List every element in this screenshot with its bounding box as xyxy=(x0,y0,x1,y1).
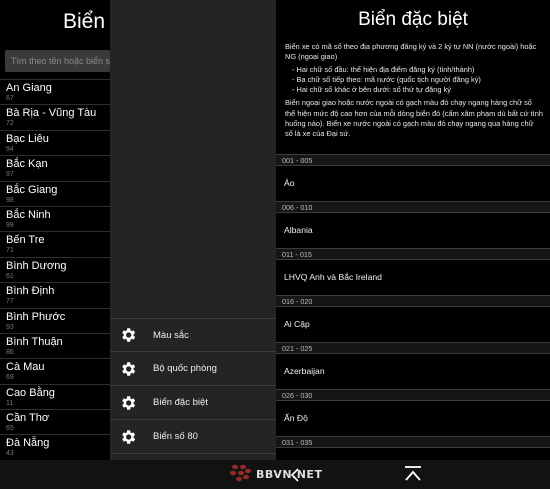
gear-icon xyxy=(122,429,136,444)
province-item[interactable]: Bình Định 77 xyxy=(0,282,110,307)
province-code: 11 xyxy=(6,399,14,407)
province-code: 61 xyxy=(6,272,14,280)
province-item[interactable]: Bến Tre 71 xyxy=(0,231,110,256)
bullet-list: - Hai chữ số đầu: thể hiện địa điểm đăng… xyxy=(285,65,543,96)
section-header: 011 - 015 xyxy=(276,248,550,260)
watermark: BBVN.NET xyxy=(228,463,322,485)
province-code: 97 xyxy=(6,171,14,179)
province-item[interactable]: An Giang 67 xyxy=(0,79,110,104)
province-code: 69 xyxy=(6,374,14,382)
province-name: Cần Thơ xyxy=(6,412,50,425)
menu-item-label: Bộ quốc phòng xyxy=(153,363,217,374)
province-item[interactable]: Đà Nẵng 43 xyxy=(0,434,110,459)
province-code: 71 xyxy=(6,247,14,255)
province-name: Cà Mau xyxy=(6,361,45,374)
gear-icon xyxy=(122,395,136,410)
blackberry-logo-icon xyxy=(230,464,251,482)
province-name: Bắc Kạn xyxy=(6,158,48,171)
province-item[interactable]: Bắc Kạn 97 xyxy=(0,155,110,180)
menu-item-label: Biển đặc biệt xyxy=(153,397,208,408)
intro-text: Biển xe có mã số theo địa phương đăng ký… xyxy=(276,42,550,140)
province-name: Đà Nẵng xyxy=(6,437,50,450)
province-code: 93 xyxy=(6,323,14,331)
country-item[interactable]: Áo xyxy=(276,166,550,201)
province-code: 67 xyxy=(6,95,14,102)
province-code: 86 xyxy=(6,348,14,356)
province-item[interactable]: Bà Rịa - Vũng Tàu 72 xyxy=(0,104,110,129)
intro-paragraph: Biển xe có mã số theo địa phương đăng ký… xyxy=(285,42,537,62)
country-item[interactable]: LHVQ Anh và Bắc Ireland xyxy=(276,260,550,295)
province-name: Bắc Giang xyxy=(6,183,58,196)
province-list: An Giang 67 Bà Rịa - Vũng Tàu 72 Bạc Liêu 94 B… xyxy=(0,79,110,460)
province-list-panel: Biển Tìm theo tên hoặc biển số An Giang 6… xyxy=(0,0,110,489)
province-code: 65 xyxy=(6,425,14,433)
country-item[interactable]: Ai Cập xyxy=(276,307,550,342)
province-code: 43 xyxy=(6,450,14,458)
section-header: 021 - 025 xyxy=(276,342,550,354)
province-name: Bạc Liêu xyxy=(6,132,49,145)
province-name: Bình Dương xyxy=(6,259,67,272)
gear-icon xyxy=(122,328,136,342)
province-name: Cao Bằng xyxy=(6,386,55,399)
menu-item[interactable]: Biển đặc biệt xyxy=(110,386,276,420)
menu-item-label: Biển số 80 xyxy=(153,431,198,442)
menu-drawer: Màu sắc Bộ quốc phòng Biển đặc biệt Biển số… xyxy=(110,0,276,489)
province-code: 98 xyxy=(6,196,14,204)
search-input[interactable]: Tìm theo tên hoặc biển số xyxy=(5,50,110,72)
province-name: An Giang xyxy=(6,82,52,94)
content-panel: Biển đặc biệt Biển xe có mã số theo địa … xyxy=(276,0,550,489)
bullet-item: - Hai chữ số khác ở bên dưới: số thứ tự … xyxy=(292,85,451,95)
section-header: 026 - 030 xyxy=(276,389,550,401)
menu-list: Màu sắc Bộ quốc phòng Biển đặc biệt Biển số… xyxy=(110,318,276,454)
province-name: Bến Tre xyxy=(6,234,45,247)
province-code: 99 xyxy=(6,221,14,229)
scroll-top-button[interactable] xyxy=(403,464,423,484)
back-chevron-icon xyxy=(290,468,299,482)
bottom-action-bar: BBVN.NET xyxy=(0,460,550,489)
province-name: Bình Thuận xyxy=(6,335,63,348)
gear-icon xyxy=(122,361,136,376)
province-code: 94 xyxy=(6,145,14,153)
province-item[interactable]: Cao Bằng 11 xyxy=(0,383,110,409)
province-code: 77 xyxy=(6,298,14,306)
section-header: 016 - 020 xyxy=(276,295,550,307)
intro-paragraph: Biển ngoại giao hoặc nước ngoài có gạch … xyxy=(285,98,543,139)
province-item[interactable]: Bạc Liêu 94 xyxy=(0,129,110,155)
country-item[interactable]: Azerbaijan xyxy=(276,354,550,389)
country-item[interactable]: Ấn Độ xyxy=(276,401,550,436)
menu-item-label: Màu sắc xyxy=(153,329,189,341)
province-name: Bình Phước xyxy=(6,310,66,323)
province-item[interactable]: Bắc Giang 98 xyxy=(0,180,110,206)
province-name: Bà Rịa - Vũng Tàu xyxy=(6,107,97,120)
back-button[interactable] xyxy=(286,466,306,484)
menu-item[interactable]: Bộ quốc phòng xyxy=(110,352,276,386)
province-item[interactable]: Cà Mau 69 xyxy=(0,358,110,383)
content-title: Biển đặc biệt xyxy=(358,9,468,30)
province-item[interactable]: Bình Dương 61 xyxy=(0,256,110,282)
section-header: 031 - 035 xyxy=(276,436,550,448)
province-item[interactable]: Bình Thuận 86 xyxy=(0,332,110,358)
province-name: Bình Định xyxy=(6,285,55,298)
menu-item[interactable]: Màu sắc xyxy=(110,318,276,352)
menu-item[interactable]: Biển số 80 xyxy=(110,420,276,454)
section-header: 001 - 005 xyxy=(276,154,550,166)
code-section-list: 001 - 005 Áo 006 - 010 Albania 011 - 015 LHVQ… xyxy=(276,154,550,483)
scroll-top-icon xyxy=(405,466,421,481)
province-item[interactable]: Cần Thơ 65 xyxy=(0,409,110,434)
section-header: 006 - 010 xyxy=(276,201,550,213)
bullet-item: - Ba chữ số tiếp theo: mã nước (quốc tịc… xyxy=(292,74,481,84)
province-code: 72 xyxy=(6,120,14,128)
country-item[interactable]: Albania xyxy=(276,213,550,248)
province-item[interactable]: Bình Phước 93 xyxy=(0,307,110,333)
bullet-item: - Hai chữ số đầu: thể hiện địa điểm đăng… xyxy=(292,64,475,74)
province-item[interactable]: Bắc Ninh 99 xyxy=(0,205,110,231)
page-title: Biển xyxy=(62,10,106,33)
province-name: Bắc Ninh xyxy=(6,208,51,221)
